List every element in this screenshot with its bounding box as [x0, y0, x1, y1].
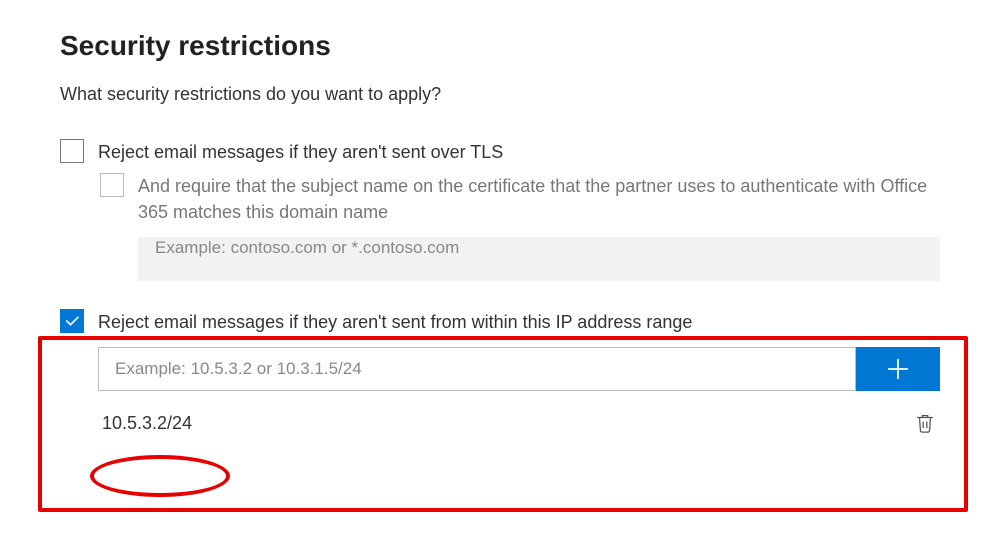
cert-subject-checkbox — [100, 173, 124, 197]
reject-non-tls-label: Reject email messages if they aren't sen… — [98, 139, 503, 165]
ip-entry-row: 10.5.3.2/24 — [98, 407, 940, 439]
cert-subject-row: And require that the subject name on the… — [60, 173, 940, 225]
trash-icon — [914, 411, 936, 435]
reject-non-tls-row: Reject email messages if they aren't sen… — [60, 139, 940, 165]
ip-input-wrap — [98, 347, 940, 391]
annotation-oval — [90, 455, 230, 497]
check-icon — [63, 312, 81, 330]
delete-ip-button[interactable] — [910, 407, 940, 439]
reject-ip-range-row: Reject email messages if they aren't sen… — [60, 309, 940, 335]
plus-icon — [884, 355, 912, 383]
ip-range-input[interactable] — [98, 347, 856, 391]
reject-non-tls-checkbox[interactable] — [60, 139, 84, 163]
page-title: Security restrictions — [60, 30, 940, 62]
add-ip-button[interactable] — [856, 347, 940, 391]
reject-ip-range-checkbox[interactable] — [60, 309, 84, 333]
cert-subject-label: And require that the subject name on the… — [138, 173, 940, 225]
reject-ip-range-label: Reject email messages if they aren't sen… — [98, 309, 692, 335]
subtitle: What security restrictions do you want t… — [60, 84, 940, 105]
cert-subject-input-wrap: Example: contoso.com or *.contoso.com — [60, 237, 940, 281]
ip-entry-value: 10.5.3.2/24 — [98, 409, 196, 438]
cert-subject-input: Example: contoso.com or *.contoso.com — [138, 237, 940, 281]
